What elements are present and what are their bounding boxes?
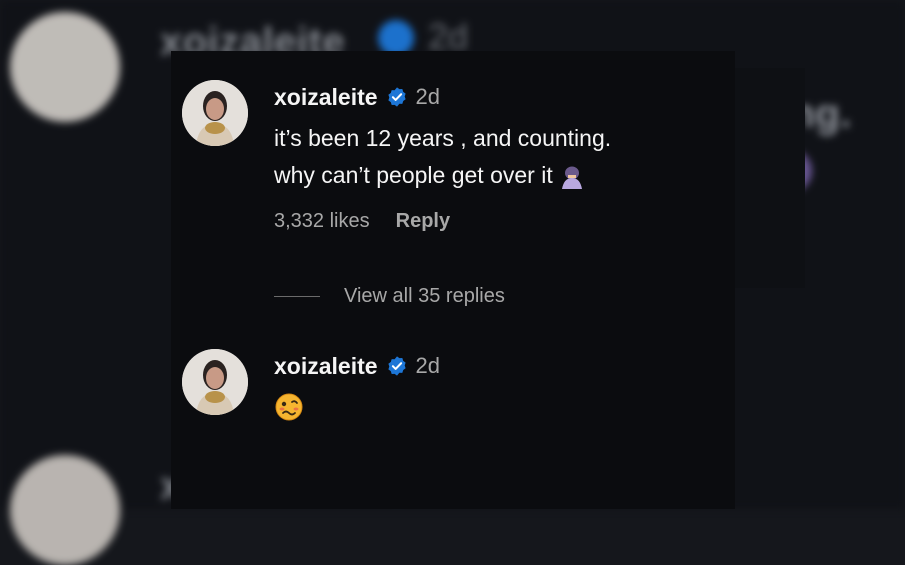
panel-extension [735,68,805,288]
username[interactable]: xoizaleite [274,353,378,380]
likes-count[interactable]: 3,332 likes [274,210,370,233]
blurred-avatar-bottom [10,455,120,565]
comment-text-line-1: it’s been 12 years , and counting. [274,125,612,151]
woman-bowing-emoji-icon [562,166,583,189]
reply-button[interactable]: Reply [396,210,450,233]
avatar[interactable] [182,80,248,146]
verified-badge-icon [387,356,406,376]
blurred-avatar-top [10,12,120,122]
view-replies-button[interactable]: View all 35 replies [274,285,505,308]
comment-text-line-2-row: why can’t people get over it [274,157,704,194]
comment-actions: 3,332 likes Reply [274,210,704,233]
woozy-face-emoji-icon [275,393,303,421]
comment-text [274,387,704,424]
timestamp: 2d [415,84,441,109]
comment-text-line-2: why can’t people get over it [274,162,553,188]
comment-header: xoizaleite 2d [274,80,704,114]
comment-text: it’s been 12 years , and counting. why c… [274,120,704,194]
comment-body: xoizaleite 2d it’s been 12 years , and c… [274,80,704,233]
comment-body: xoizaleite 2d [274,349,704,424]
verified-badge-icon [387,87,406,107]
timestamp: 2d [415,353,441,378]
username[interactable]: xoizaleite [274,84,378,111]
view-replies-label: View all 35 replies [344,285,505,307]
avatar[interactable] [182,349,248,415]
comment-header: xoizaleite 2d [274,349,704,383]
replies-divider-line [274,296,320,297]
